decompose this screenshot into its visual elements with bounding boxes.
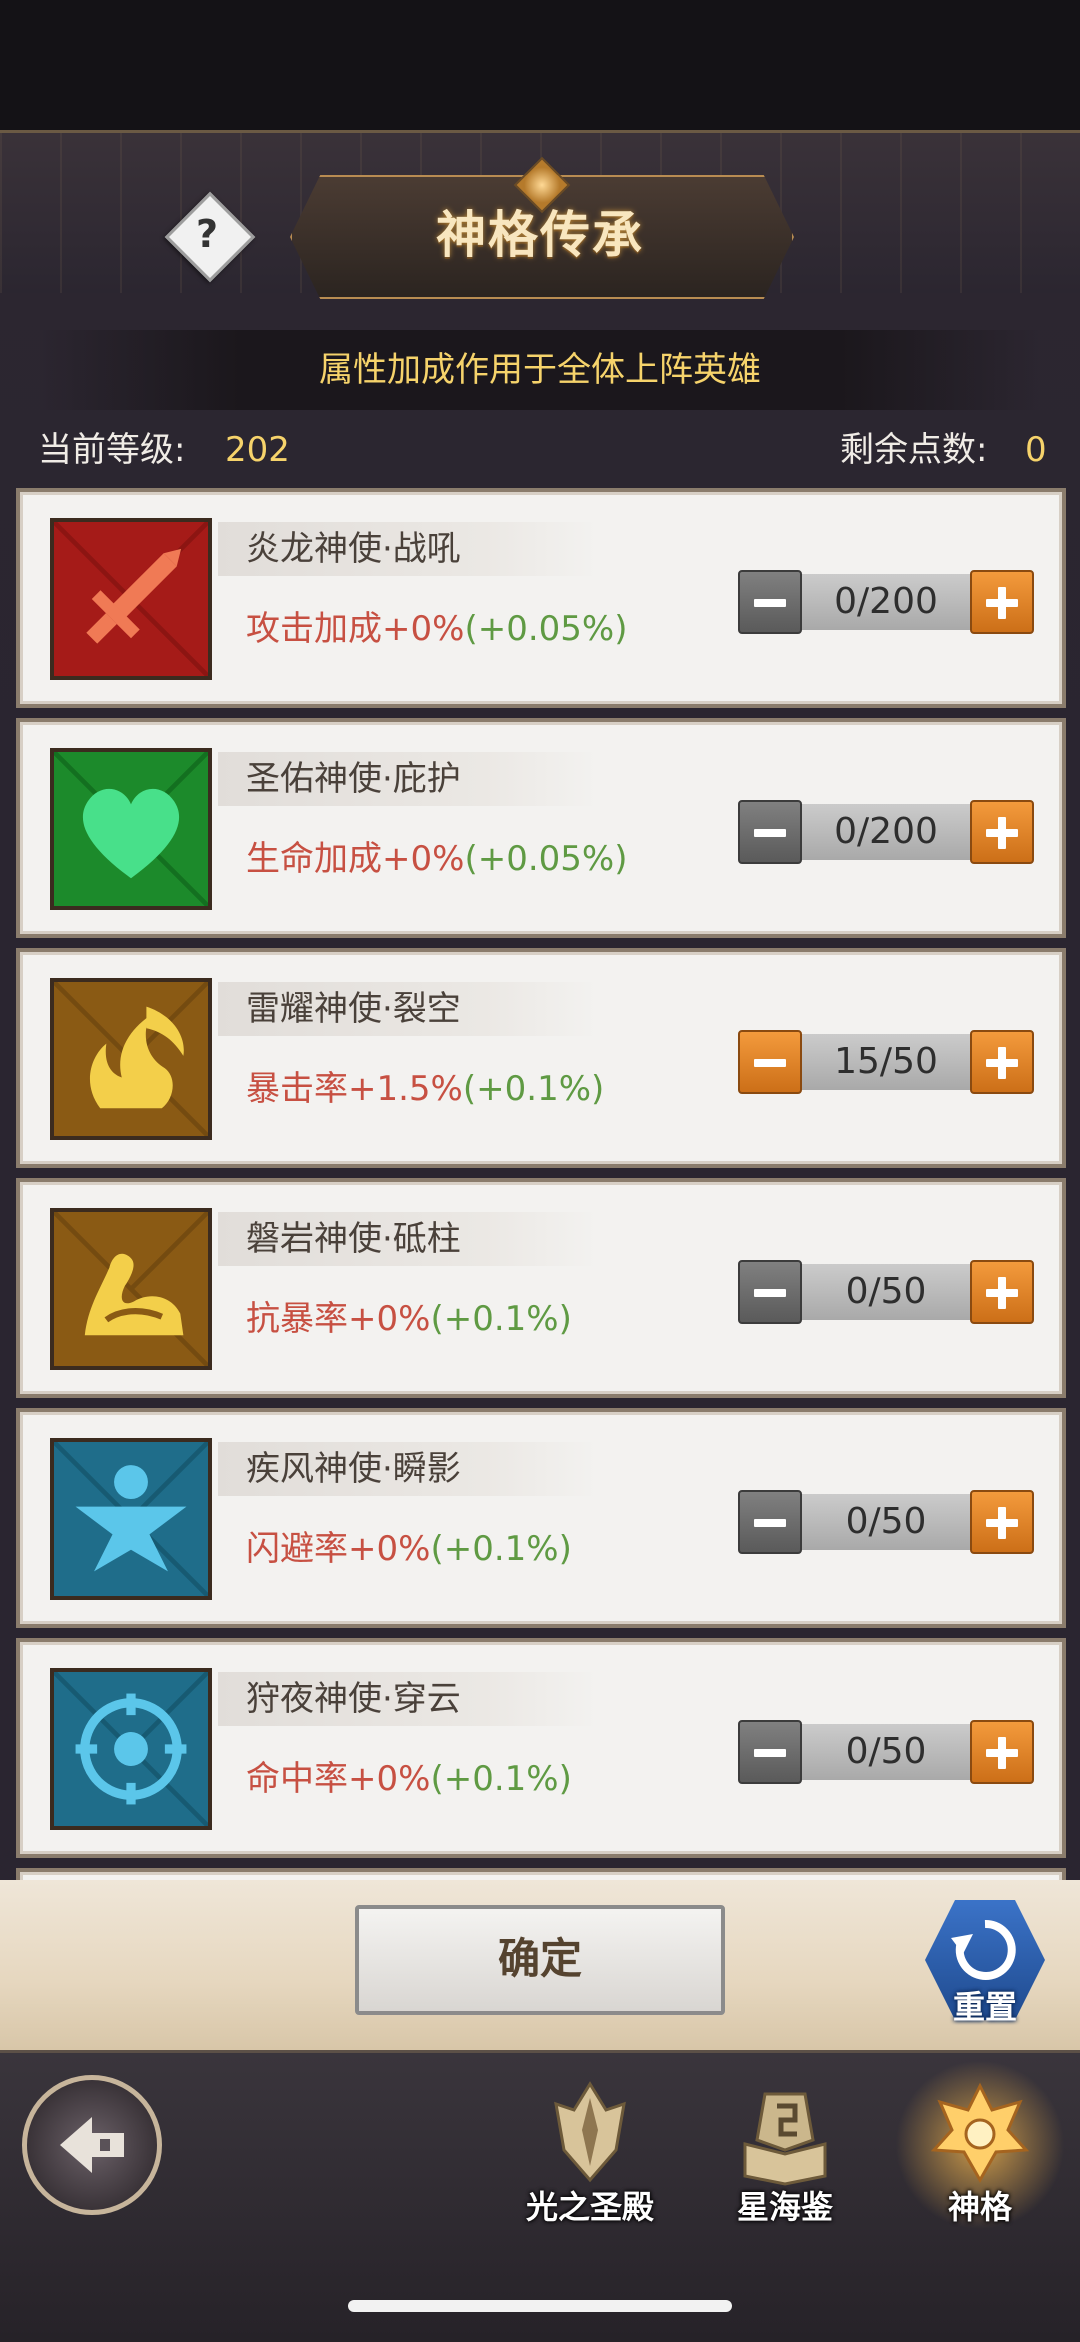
point-stepper: 15/50 xyxy=(738,1030,1034,1094)
talent-card: 疾风神使·瞬影 闪避率+0%(+0.1%) 0/50 xyxy=(16,1408,1066,1628)
nav-label: 神格 xyxy=(947,2188,1012,2226)
status-bar-area xyxy=(0,0,1080,130)
talent-effect: 抗暴率+0%(+0.1%) xyxy=(246,1292,572,1346)
increase-button[interactable] xyxy=(970,1490,1034,1554)
nav-item-starsea[interactable]: 星海鉴 xyxy=(710,2070,860,2230)
reset-label: 重置 xyxy=(952,1988,1017,2026)
book-icon xyxy=(743,2092,827,2186)
talent-list[interactable]: 炎龙神使·战吼 攻击加成+0%(+0.05%) 0/200 圣佑神使·庇护 生命… xyxy=(16,488,1066,1880)
flame-icon xyxy=(50,978,212,1140)
decrease-button[interactable] xyxy=(738,570,802,634)
refresh-icon xyxy=(951,1919,1016,1980)
effect-value: 命中率+0% xyxy=(246,1759,431,1799)
effect-bonus: (+0.1%) xyxy=(430,1299,572,1339)
increase-button[interactable] xyxy=(970,1030,1034,1094)
confirm-button[interactable]: 确定 xyxy=(355,1905,725,2015)
page-title: 神格传承 xyxy=(436,206,644,264)
talent-name: 狩夜神使·穿云 xyxy=(246,1679,461,1719)
increase-button[interactable] xyxy=(970,1260,1034,1324)
point-stepper: 0/50 xyxy=(738,1260,1034,1324)
point-value: 0/50 xyxy=(802,1724,970,1780)
talent-name: 磐岩神使·砥柱 xyxy=(246,1219,461,1259)
effect-bonus: (+0.1%) xyxy=(462,1069,605,1109)
talent-effect: 暴击率+1.5%(+0.1%) xyxy=(246,1062,604,1116)
effect-value: 抗暴率+0% xyxy=(246,1299,431,1339)
crosshair-icon xyxy=(50,1668,212,1830)
nav-item-temple[interactable]: 光之圣殿 xyxy=(515,2070,665,2230)
points-label: 剩余点数: xyxy=(840,430,988,470)
heart-icon xyxy=(50,748,212,910)
nav-label: 星海鉴 xyxy=(736,2188,833,2226)
talent-card: 狩夜神使·穿云 命中率+0%(+0.1%) 0/50 xyxy=(16,1638,1066,1858)
talent-name: 炎龙神使·战吼 xyxy=(246,529,461,569)
decrease-button[interactable] xyxy=(738,1720,802,1784)
talent-name: 圣佑神使·庇护 xyxy=(246,759,461,799)
point-value: 0/200 xyxy=(802,574,970,630)
talent-effect: 生命加成+0%(+0.05%) xyxy=(246,832,627,886)
point-stepper: 0/50 xyxy=(738,1490,1034,1554)
divine-crest-icon xyxy=(930,2082,1030,2184)
effect-bonus: (+0.05%) xyxy=(464,609,628,649)
level-value: 202 xyxy=(225,430,290,470)
increase-button[interactable] xyxy=(970,1720,1034,1784)
effect-bonus: (+0.05%) xyxy=(464,839,628,879)
decrease-button[interactable] xyxy=(738,1030,802,1094)
talent-effect: 攻击加成+0%(+0.05%) xyxy=(246,602,627,656)
decrease-button[interactable] xyxy=(738,800,802,864)
points-value: 0 xyxy=(1025,430,1047,470)
talent-name: 雷耀神使·裂空 xyxy=(246,989,461,1029)
home-indicator[interactable] xyxy=(348,2300,732,2312)
decrease-button[interactable] xyxy=(738,1490,802,1554)
effect-value: 暴击率+1.5% xyxy=(246,1069,463,1109)
increase-button[interactable] xyxy=(970,800,1034,864)
dodge-figure-icon xyxy=(50,1438,212,1600)
question-mark-icon: ? xyxy=(195,212,219,256)
talent-card: 磐岩神使·砥柱 抗暴率+0%(+0.1%) 0/50 xyxy=(16,1178,1066,1398)
point-value: 0/50 xyxy=(802,1264,970,1320)
point-value: 15/50 xyxy=(802,1034,970,1090)
increase-button[interactable] xyxy=(970,570,1034,634)
talent-name: 疾风神使·瞬影 xyxy=(246,1449,461,1489)
talent-card: 炎龙神使·战吼 攻击加成+0%(+0.05%) 0/200 xyxy=(16,488,1066,708)
talent-card: 雷耀神使·裂空 暴击率+1.5%(+0.1%) 15/50 xyxy=(16,948,1066,1168)
effect-bonus: (+0.1%) xyxy=(430,1529,572,1569)
point-stepper: 0/50 xyxy=(738,1720,1034,1784)
arm-icon xyxy=(50,1208,212,1370)
point-stepper: 0/200 xyxy=(738,570,1034,634)
talent-effect: 闪避率+0%(+0.1%) xyxy=(246,1522,572,1576)
point-stepper: 0/200 xyxy=(738,800,1034,864)
nav-item-divinity[interactable]: 神格 xyxy=(895,2060,1065,2230)
effect-value: 攻击加成+0% xyxy=(246,609,465,649)
effect-bonus: (+0.1%) xyxy=(430,1759,572,1799)
back-arrow-icon xyxy=(60,2117,124,2173)
effect-value: 生命加成+0% xyxy=(246,839,465,879)
talent-card: 圣佑神使·庇护 生命加成+0%(+0.05%) 0/200 xyxy=(16,718,1066,938)
subtitle: 属性加成作用于全体上阵英雄 xyxy=(319,350,761,390)
nav-label: 光之圣殿 xyxy=(525,2188,654,2226)
decrease-button[interactable] xyxy=(738,1260,802,1324)
talent-card-partial xyxy=(16,1868,1066,1880)
level-label: 当前等级: xyxy=(38,430,186,470)
point-value: 0/50 xyxy=(802,1494,970,1550)
effect-value: 闪避率+0% xyxy=(246,1529,431,1569)
talent-effect: 命中率+0%(+0.1%) xyxy=(246,1752,572,1806)
point-value: 0/200 xyxy=(802,804,970,860)
temple-crest-icon xyxy=(554,2081,626,2183)
sword-icon xyxy=(50,518,212,680)
